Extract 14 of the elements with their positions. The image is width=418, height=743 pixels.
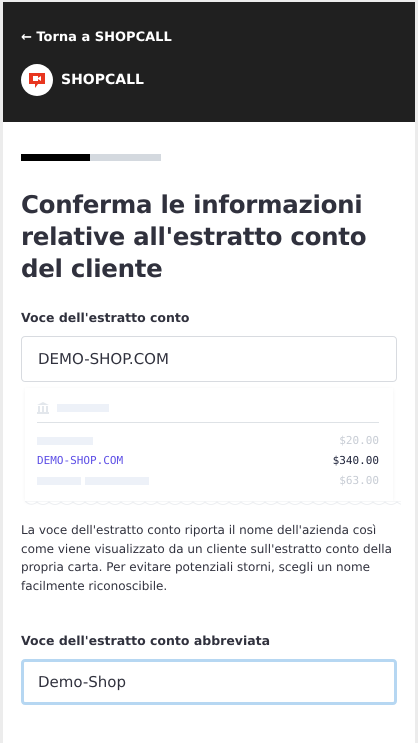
statement-input[interactable]: DEMO-SHOP.COM <box>21 336 397 382</box>
short-statement-input[interactable]: Demo-Shop <box>21 659 397 706</box>
merchant-name: DEMO-SHOP.COM <box>37 453 124 470</box>
back-link[interactable]: ← Torna a SHOPCALL <box>21 30 172 45</box>
amount-text: $20.00 <box>339 433 379 450</box>
page-title: Conferma le informazioni relative all'estratto conto del cliente <box>21 189 368 285</box>
field-label: Voce dell'estratto conto <box>21 308 190 327</box>
amount-text: $340.00 <box>332 453 379 470</box>
amount-text: $63.00 <box>339 473 379 490</box>
help-text: La voce dell'estratto conto riporta il nome dell'azienda così come viene visualizzato da un cliente sull'estratto conto della propria carta. Per evitare potenziali storni, scegli un nome facilmente riconoscibile. <box>21 522 393 596</box>
brand-logo-icon <box>21 64 53 96</box>
bank-icon <box>37 402 49 414</box>
field-label: Voce dell'estratto conto abbreviata <box>21 632 272 650</box>
brand-name: SHOPCALL <box>61 70 144 90</box>
